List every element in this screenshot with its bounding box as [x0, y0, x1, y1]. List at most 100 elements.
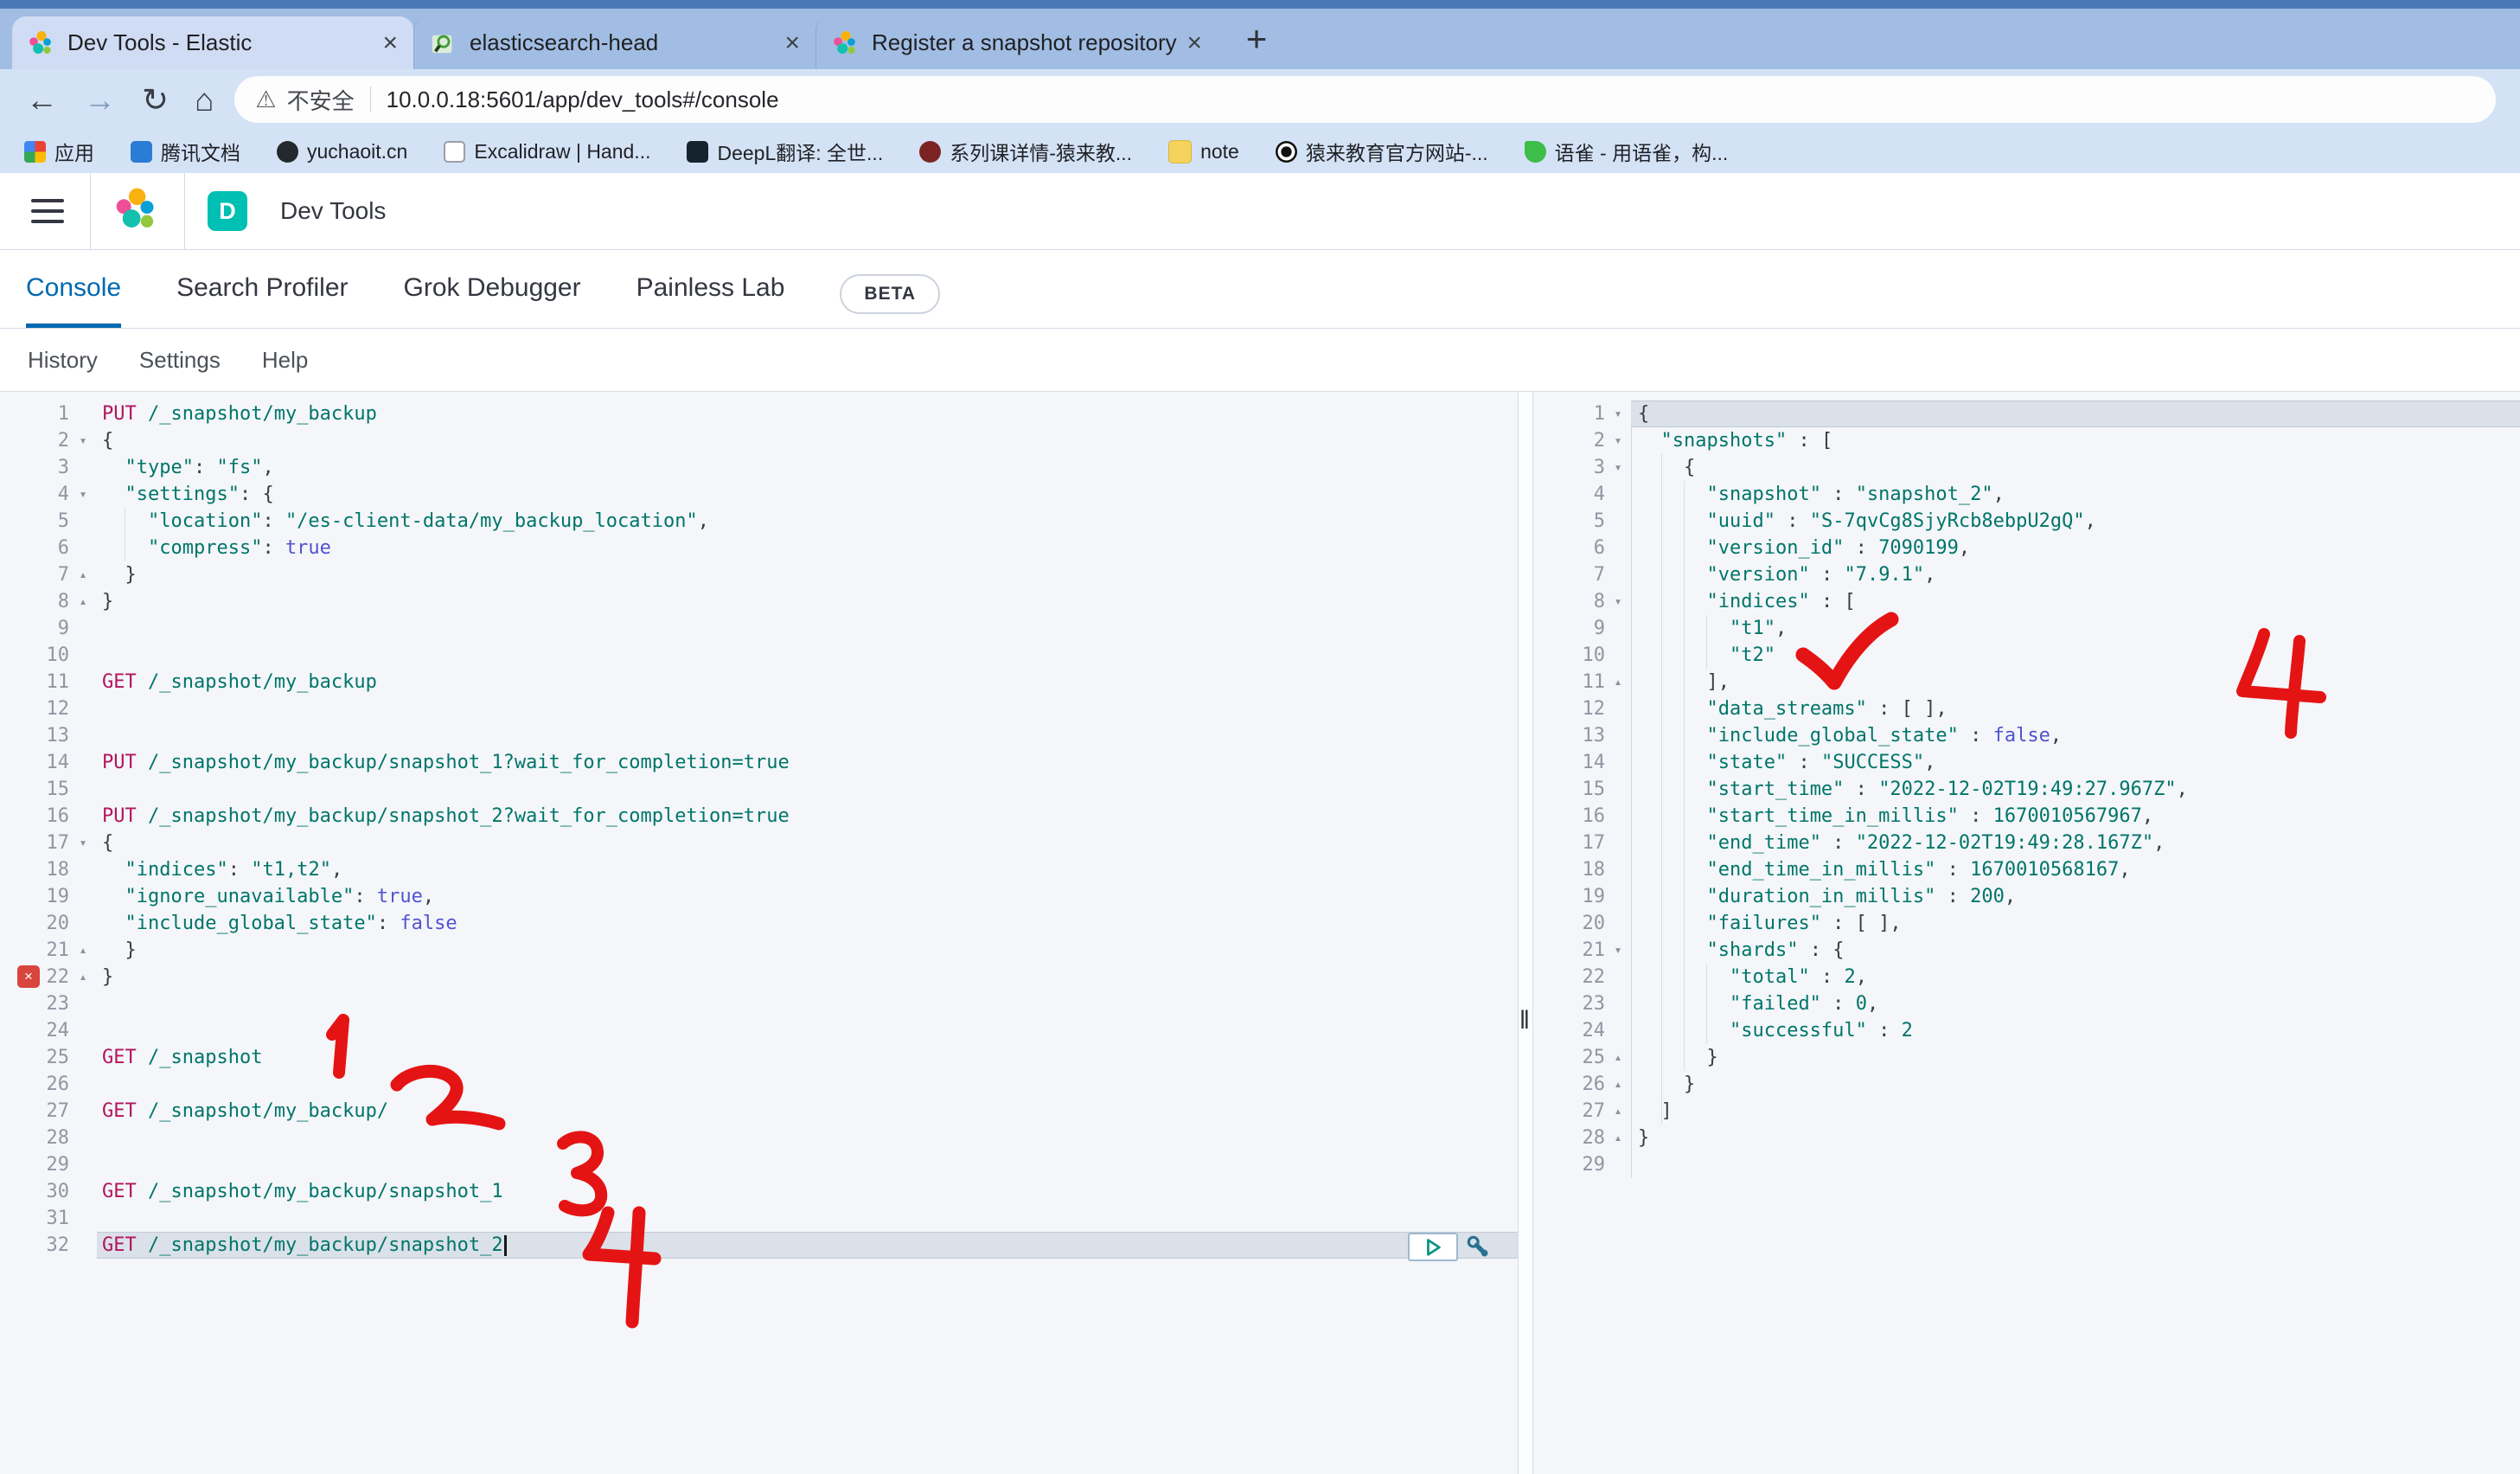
response-line[interactable]: 28▴} [1532, 1125, 2520, 1151]
editor-line[interactable]: 6 "compress": true [0, 535, 1518, 561]
splitter-handle-icon[interactable]: ‖ [1516, 1006, 1533, 1035]
fold-close-icon[interactable]: ▴ [69, 937, 97, 964]
not-secure-label[interactable]: 不安全 [287, 84, 355, 116]
address-bar[interactable]: ⚠ 不安全 10.0.0.18:5601/app/dev_tools#/cons… [234, 76, 2496, 123]
tab-console[interactable]: Console [26, 273, 121, 328]
response-line[interactable]: 10 "t2" [1532, 642, 2520, 669]
url-text[interactable]: 10.0.0.18:5601/app/dev_tools#/console [387, 87, 779, 113]
menu-item-history[interactable]: History [28, 347, 98, 374]
response-line[interactable]: 23 "failed" : 0, [1532, 990, 2520, 1017]
menu-hamburger-icon[interactable] [31, 199, 64, 223]
response-line[interactable]: 16 "start_time_in_millis" : 167001056796… [1532, 803, 2520, 830]
response-line[interactable]: 3▾ { [1532, 454, 2520, 481]
fold-open-icon[interactable]: ▾ [69, 830, 97, 856]
fold-close-icon[interactable]: ▴ [1605, 1125, 1631, 1151]
fold-open-icon[interactable]: ▾ [69, 481, 97, 508]
response-line[interactable]: 22 "total" : 2, [1532, 964, 2520, 990]
editor-line[interactable]: 2▾{ [0, 427, 1518, 454]
forward-button[interactable]: → [84, 84, 116, 116]
editor-line[interactable]: 4▾ "settings": { [0, 481, 1518, 508]
editor-line[interactable]: 8▴} [0, 588, 1518, 615]
editor-line[interactable]: 16PUT /_snapshot/my_backup/snapshot_2?wa… [0, 803, 1518, 830]
bookmark-item[interactable]: DeepL翻译: 全世... [687, 137, 883, 166]
editor-line[interactable]: 23 [0, 990, 1518, 1017]
fold-open-icon[interactable]: ▾ [1605, 401, 1631, 427]
editor-line[interactable]: 20 "include_global_state": false [0, 910, 1518, 937]
browser-tab[interactable]: Register a snapshot repository× [815, 16, 1218, 69]
reload-button[interactable]: ↻ [142, 84, 169, 116]
response-line[interactable]: 17 "end_time" : "2022-12-02T19:49:28.167… [1532, 830, 2520, 856]
response-line[interactable]: 12 "data_streams" : [ ], [1532, 695, 2520, 722]
response-line[interactable]: 29 [1532, 1151, 2520, 1178]
bookmark-item[interactable]: 系列课详情-猿来教... [919, 137, 1132, 166]
response-line[interactable]: 6 "version_id" : 7090199, [1532, 535, 2520, 561]
fold-close-icon[interactable]: ▴ [1605, 669, 1631, 695]
bookmark-item[interactable]: 语雀 - 用语雀，构... [1525, 137, 1729, 166]
editor-line[interactable]: 9 [0, 615, 1518, 642]
editor-line[interactable]: 31 [0, 1205, 1518, 1232]
editor-line[interactable]: 1PUT /_snapshot/my_backup [0, 401, 1518, 427]
browser-tab[interactable]: elasticsearch-head× [413, 16, 815, 69]
editor-line[interactable]: 17▾{ [0, 830, 1518, 856]
menu-item-settings[interactable]: Settings [139, 347, 221, 374]
editor-line[interactable]: 7▴ } [0, 561, 1518, 588]
editor-line[interactable]: 3 "type": "fs", [0, 454, 1518, 481]
editor-line[interactable]: 18 "indices": "t1,t2", [0, 856, 1518, 883]
editor-line[interactable]: 26 [0, 1071, 1518, 1098]
editor-line[interactable]: 12 [0, 695, 1518, 722]
fold-open-icon[interactable]: ▾ [69, 427, 97, 454]
editor-line[interactable]: ×22▴} [0, 964, 1518, 990]
editor-line[interactable]: 28 [0, 1125, 1518, 1151]
wrench-menu-button[interactable] [1463, 1232, 1491, 1259]
bookmark-item[interactable]: note [1168, 140, 1239, 163]
response-line[interactable]: 4 "snapshot" : "snapshot_2", [1532, 481, 2520, 508]
response-line[interactable]: 8▾ "indices" : [ [1532, 588, 2520, 615]
bookmark-item[interactable]: 猿来教育官方网站-... [1276, 137, 1488, 166]
back-button[interactable]: ← [26, 84, 58, 116]
fold-close-icon[interactable]: ▴ [1605, 1071, 1631, 1098]
editor-line[interactable]: 15 [0, 776, 1518, 803]
request-editor-panel[interactable]: 1PUT /_snapshot/my_backup2▾{3 "type": "f… [0, 392, 1518, 1474]
response-line[interactable]: 18 "end_time_in_millis" : 1670010568167, [1532, 856, 2520, 883]
editor-line[interactable]: 21▴ } [0, 937, 1518, 964]
fold-close-icon[interactable]: ▴ [69, 588, 97, 615]
editor-line[interactable]: 10 [0, 642, 1518, 669]
tab-search-profiler[interactable]: Search Profiler [176, 273, 348, 328]
response-line[interactable]: 7 "version" : "7.9.1", [1532, 561, 2520, 588]
response-line[interactable]: 21▾ "shards" : { [1532, 937, 2520, 964]
tab-close-icon[interactable]: × [784, 29, 800, 58]
browser-tab[interactable]: Dev Tools - Elastic× [12, 16, 413, 69]
bookmark-item[interactable]: yuchaoit.cn [277, 140, 407, 163]
editor-line[interactable]: 19 "ignore_unavailable": true, [0, 883, 1518, 910]
editor-line[interactable]: 29 [0, 1151, 1518, 1178]
editor-line[interactable]: 13 [0, 722, 1518, 749]
tab-close-icon[interactable]: × [1186, 29, 1202, 58]
response-line[interactable]: 19 "duration_in_millis" : 200, [1532, 883, 2520, 910]
editor-line[interactable]: 27GET /_snapshot/my_backup/ [0, 1098, 1518, 1125]
response-line[interactable]: 24 "successful" : 2 [1532, 1017, 2520, 1044]
response-line[interactable]: 13 "include_global_state" : false, [1532, 722, 2520, 749]
response-line[interactable]: 26▴ } [1532, 1071, 2520, 1098]
menu-item-help[interactable]: Help [262, 347, 308, 374]
response-line[interactable]: 14 "state" : "SUCCESS", [1532, 749, 2520, 776]
bookmark-item[interactable]: 应用 [24, 137, 94, 166]
editor-line[interactable]: 11GET /_snapshot/my_backup [0, 669, 1518, 695]
response-line[interactable]: 25▴ } [1532, 1044, 2520, 1071]
fold-open-icon[interactable]: ▾ [1605, 454, 1631, 481]
editor-line[interactable]: 32GET /_snapshot/my_backup/snapshot_2 [0, 1232, 1518, 1259]
fold-close-icon[interactable]: ▴ [1605, 1098, 1631, 1125]
response-line[interactable]: 2▾ "snapshots" : [ [1532, 427, 2520, 454]
send-request-button[interactable] [1408, 1233, 1458, 1261]
bookmark-item[interactable]: 腾讯文档 [131, 137, 240, 166]
response-line[interactable]: 1▾{ [1532, 401, 2520, 427]
fold-open-icon[interactable]: ▾ [1605, 588, 1631, 615]
response-line[interactable]: 11▴ ], [1532, 669, 2520, 695]
response-line[interactable]: 20 "failures" : [ ], [1532, 910, 2520, 937]
response-line[interactable]: 9 "t1", [1532, 615, 2520, 642]
editor-line[interactable]: 14PUT /_snapshot/my_backup/snapshot_1?wa… [0, 749, 1518, 776]
editor-line[interactable]: 30GET /_snapshot/my_backup/snapshot_1 [0, 1178, 1518, 1205]
fold-close-icon[interactable]: ▴ [1605, 1044, 1631, 1071]
tab-painless-lab[interactable]: Painless Lab [636, 273, 785, 328]
response-line[interactable]: 27▴ ] [1532, 1098, 2520, 1125]
editor-line[interactable]: 25GET /_snapshot [0, 1044, 1518, 1071]
